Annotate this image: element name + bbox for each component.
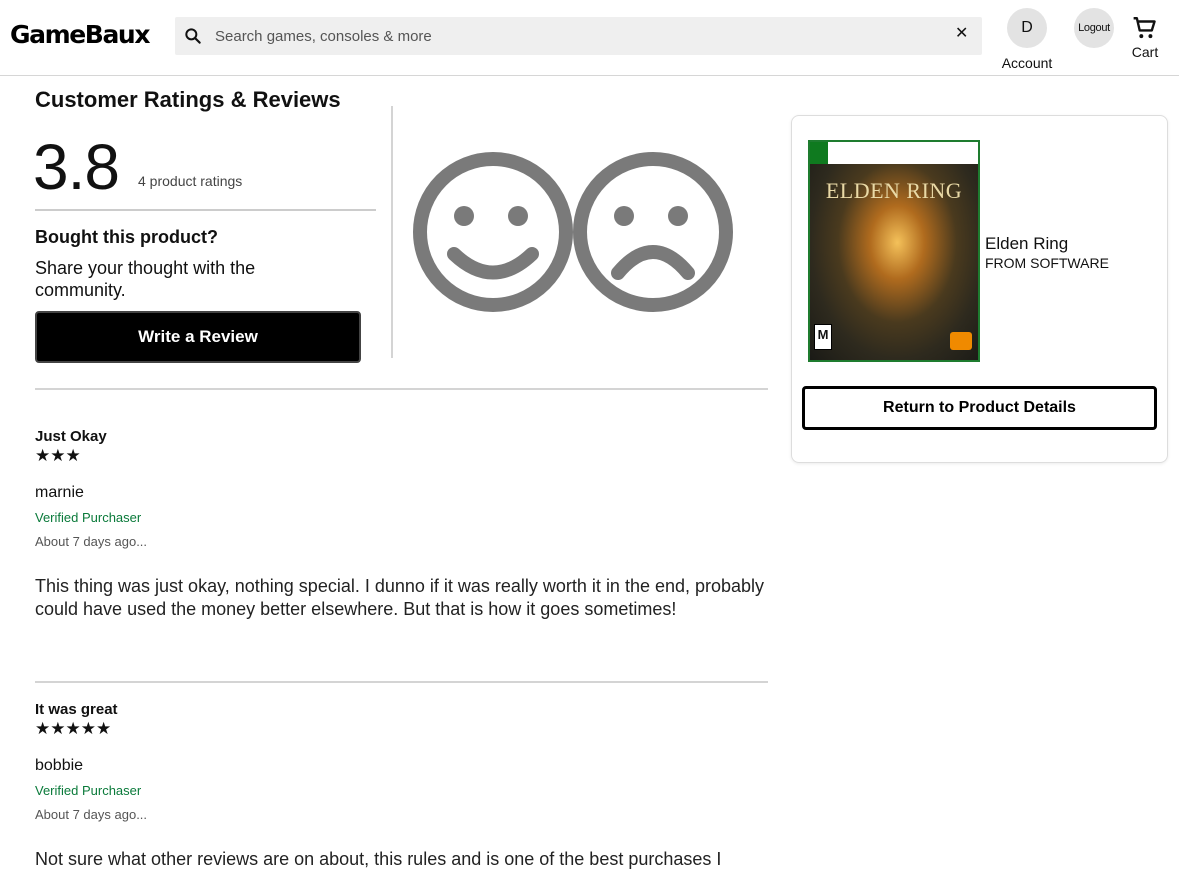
smiley-face-icon (413, 152, 573, 312)
product-card: ELDEN RING M Elden Ring FROM SOFTWARE Re… (791, 115, 1168, 463)
write-review-button[interactable]: Write a Review (35, 311, 361, 363)
review-timestamp: About 7 days ago... (35, 534, 148, 549)
cover-title: ELDEN RING (825, 178, 963, 203)
review-title: Just Okay (35, 428, 107, 445)
close-icon[interactable]: ✕ (955, 26, 968, 42)
return-to-product-button[interactable]: Return to Product Details (802, 386, 1157, 430)
site-header: GameBaux ✕ D Account Logout Cart (0, 0, 1179, 76)
average-rating: 3.8 (33, 131, 120, 203)
search-input[interactable] (215, 17, 945, 55)
review-body: Not sure what other reviews are on about… (35, 849, 722, 869)
star-rating: ★★★ (35, 446, 81, 465)
rating-count: 4 product ratings (138, 173, 243, 189)
cart-button[interactable]: Cart (1128, 15, 1162, 60)
search-icon[interactable] (183, 26, 203, 46)
reviewer-name: bobbie (35, 757, 84, 774)
product-name[interactable]: Elden Ring (985, 234, 1068, 254)
cart-label[interactable]: Cart (1128, 44, 1162, 60)
account-button[interactable]: D Account (1000, 8, 1054, 71)
verified-badge: Verified Purchaser (35, 783, 142, 798)
product-developer: FROM SOFTWARE (985, 255, 1109, 271)
account-label[interactable]: Account (1000, 55, 1054, 71)
frowny-face-icon (573, 152, 733, 312)
site-logo[interactable]: GameBaux (10, 20, 150, 49)
esrb-rating-icon: M (814, 324, 832, 350)
reviewer-name: marnie (35, 484, 84, 501)
search-bar[interactable] (175, 17, 982, 55)
product-cover-image[interactable]: ELDEN RING M (808, 140, 980, 362)
cover-platform-banner (810, 142, 978, 164)
star-rating: ★★★★★ (35, 719, 112, 738)
review-title: It was great (35, 701, 118, 718)
cart-icon[interactable] (1132, 15, 1158, 41)
review-prompt-title: Bought this product? (35, 227, 218, 247)
publisher-logo-icon (950, 332, 972, 350)
verified-badge: Verified Purchaser (35, 510, 142, 525)
xbox-logo-icon (810, 142, 828, 164)
divider (35, 388, 768, 390)
review-body: This thing was just okay, nothing specia… (35, 576, 765, 619)
vertical-divider (391, 106, 393, 358)
page-title: Customer Ratings & Reviews (35, 87, 341, 112)
divider (35, 209, 376, 211)
logout-button[interactable]: Logout (1074, 8, 1114, 48)
review-prompt-text: Share your thought with the community. (35, 258, 256, 300)
review-item: Just Okay ★★★ marnie Verified Purchaser … (35, 428, 768, 621)
review-item: It was great ★★★★★ bobbie Verified Purch… (35, 701, 768, 871)
divider (35, 681, 768, 683)
review-timestamp: About 7 days ago... (35, 807, 148, 822)
avatar[interactable]: D (1007, 8, 1047, 48)
